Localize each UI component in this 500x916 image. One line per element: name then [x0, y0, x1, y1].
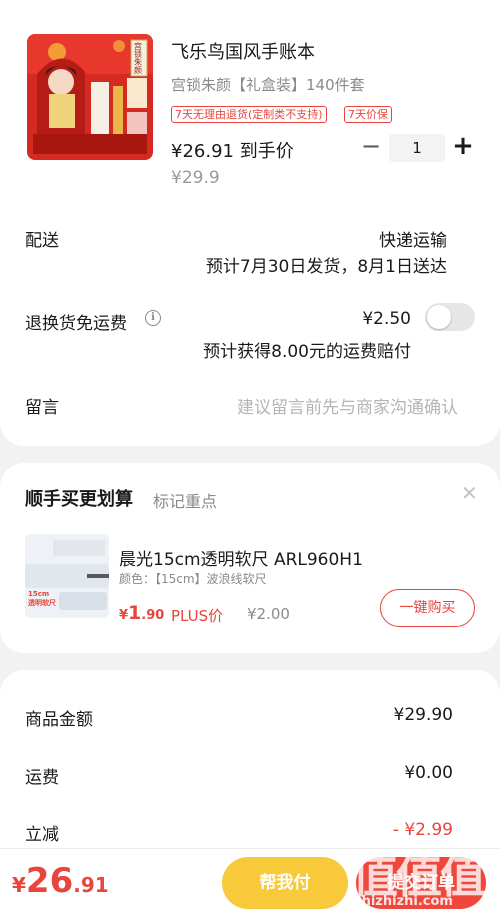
total-int: 26 — [25, 861, 74, 901]
product-title[interactable]: 飞乐鸟国风手账本 — [171, 38, 315, 64]
return-shipping-toggle[interactable] — [425, 303, 475, 331]
addon-title: 顺手买更划算 — [25, 489, 133, 510]
one-click-buy-button[interactable]: 一键购买 — [380, 589, 475, 627]
addon-price: ¥1.90 — [119, 602, 164, 624]
delivery-method[interactable]: 快递运输 — [379, 226, 447, 251]
return-shipping-price: ¥2.50 — [362, 309, 411, 329]
message-label: 留言 — [25, 398, 59, 418]
order-product-card: 宫锁朱颜 飞乐鸟国风手账本 宫锁朱颜【礼盒装】140件套 7天无理由退货(定制类… — [0, 0, 500, 446]
summary-discount-label: 立减 — [25, 825, 59, 845]
summary-shipping-label: 运费 — [25, 768, 59, 788]
addon-card: 顺手买更划算 标记重点 ✕ 15cm 透明软尺 晨光15cm透明软尺 ARL96… — [0, 463, 500, 653]
tag-price-protect: 7天价保 — [344, 106, 392, 123]
addon-plus-label: PLUS价 — [171, 607, 224, 625]
product-variant[interactable]: 宫锁朱颜【礼盒装】140件套 — [171, 74, 365, 95]
product-original-price: ¥29.9 — [171, 168, 220, 188]
addon-price-symbol: ¥ — [119, 608, 129, 623]
product-image[interactable]: 宫锁朱颜 — [27, 34, 153, 160]
quantity-increment-button[interactable]: + — [451, 132, 475, 160]
addon-regular-price: ¥2.00 — [247, 605, 290, 623]
submit-order-button[interactable]: 提交订单 — [356, 857, 486, 909]
summary-discount-value[interactable]: - ¥2.99 — [393, 820, 453, 840]
delivery-label: 配送 — [25, 231, 59, 251]
addon-image-caption: 15cm 透明软尺 — [28, 590, 56, 607]
tag-return-policy: 7天无理由退货(定制类不支持) — [171, 106, 327, 123]
quantity-input[interactable]: 1 — [389, 134, 445, 162]
total-dec: .91 — [73, 873, 109, 897]
message-input[interactable]: 建议留言前先与商家沟通确认 — [237, 393, 458, 418]
help-me-pay-button[interactable]: 帮我付 — [222, 857, 348, 909]
checkout-bar: ¥26.91 帮我付 提交订单 — [0, 848, 500, 916]
summary-goods-value: ¥29.90 — [393, 705, 453, 725]
quantity-decrement-button[interactable]: − — [360, 134, 382, 160]
product-price: ¥26.91 到手价 — [171, 141, 294, 162]
close-icon[interactable]: ✕ — [461, 481, 478, 505]
return-shipping-note: 预计获得8.00元的运费赔付 — [203, 342, 411, 362]
addon-item-image[interactable]: 15cm 透明软尺 — [25, 534, 109, 618]
info-icon[interactable]: i — [145, 310, 161, 326]
addon-price-int: 1 — [128, 602, 142, 624]
addon-item-variant: 颜色：【15cm】波浪线软尺 — [119, 572, 267, 586]
addon-subtitle: 标记重点 — [153, 492, 218, 511]
summary-goods-label: 商品金额 — [25, 710, 93, 730]
total-currency: ¥ — [12, 873, 26, 897]
addon-item-name[interactable]: 晨光15cm透明软尺 ARL960H1 — [119, 545, 363, 570]
delivery-estimate: 预计7月30日发货，8月1日送达 — [205, 257, 447, 277]
total-price: ¥26.91 — [12, 861, 109, 901]
return-shipping-label: 退换货免运费 — [25, 314, 127, 334]
toggle-knob — [427, 305, 451, 329]
product-image-caption: 宫锁朱颜 — [134, 42, 142, 75]
summary-shipping-value: ¥0.00 — [404, 763, 453, 783]
addon-price-dec: .90 — [141, 608, 165, 623]
